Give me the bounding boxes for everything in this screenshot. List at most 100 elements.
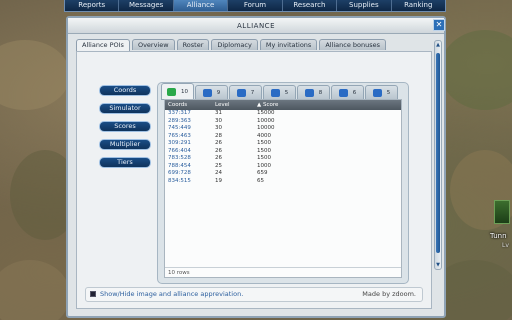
table-row[interactable]: 783:528 26 1500	[165, 155, 401, 163]
cell-coords[interactable]: 745:449	[165, 125, 215, 133]
table-row[interactable]: 766:404 26 1500	[165, 148, 401, 156]
poi-count: 10	[181, 88, 188, 95]
poi-count: 8	[318, 89, 323, 96]
table-row[interactable]: 309:291 26 1500	[165, 140, 401, 148]
tab-overview[interactable]: Overview	[131, 39, 175, 50]
multiplier-button[interactable]: Multiplier	[99, 139, 151, 150]
table-row[interactable]: 765:463 28 4000	[165, 133, 401, 141]
simulator-button[interactable]: Simulator	[99, 103, 151, 114]
map-base-label[interactable]: Tunn	[490, 232, 507, 240]
close-button[interactable]: ✕	[433, 19, 445, 31]
crystal-icon	[202, 88, 212, 97]
row-count: 10 rows	[165, 267, 401, 277]
tab-diplomacy[interactable]: Diplomacy	[211, 39, 258, 50]
poi-count: 6	[352, 89, 357, 96]
cell-level: 19	[215, 177, 222, 184]
cell-score: 4000	[257, 132, 271, 139]
table-row[interactable]: 834:515 19 65	[165, 178, 401, 186]
cell-score: 1500	[257, 155, 271, 161]
nav-tab-supplies[interactable]: Supplies	[337, 0, 392, 11]
cell-level: 26	[215, 147, 222, 154]
poi-tab-infantry[interactable]: 5	[263, 85, 296, 100]
cell-coords[interactable]: 788:454	[165, 163, 215, 171]
tab-alliance-pois[interactable]: Alliance POIs	[76, 39, 130, 51]
nav-tab-reports[interactable]: Reports	[65, 0, 120, 11]
show-hide-label[interactable]: Show/Hide image and alliance appreviatio…	[100, 288, 243, 301]
nav-tab-alliance[interactable]: Alliance	[173, 0, 229, 11]
vehicle-icon	[304, 88, 314, 97]
map-base-level: Lv	[502, 242, 509, 249]
cell-score: 659	[257, 170, 268, 176]
table-row[interactable]: 337:317 31 15000	[165, 110, 401, 118]
poi-tab-defense[interactable]: 5	[365, 85, 398, 100]
column-header-score[interactable]: ▲ Score	[257, 100, 401, 110]
tab-my-invitations[interactable]: My invitations	[259, 39, 318, 50]
nav-tab-messages[interactable]: Messages	[119, 0, 174, 11]
map-base-icon[interactable]	[494, 200, 510, 224]
poi-tab-tiberium[interactable]: 10	[161, 83, 194, 100]
cell-score: 1000	[257, 162, 271, 169]
cell-score: 10000	[257, 125, 275, 131]
cell-level: 26	[215, 140, 222, 146]
cell-level: 31	[215, 110, 222, 116]
cell-level: 30	[215, 117, 222, 124]
poi-type-tabs: 10 9 7 5 8 6 5	[161, 83, 398, 100]
reactor-icon	[236, 88, 246, 97]
scroll-down-icon[interactable]: ▼	[435, 262, 441, 268]
tiberium-icon	[167, 87, 176, 96]
poi-panel: 10 9 7 5 8 6 5 Coords Level ▲ Score 337:317 31 1…	[157, 82, 409, 284]
poi-tab-vehicle[interactable]: 8	[297, 85, 330, 100]
cell-level: 30	[215, 125, 222, 131]
table-header: Coords Level ▲ Score	[165, 100, 401, 110]
cell-level: 25	[215, 162, 222, 169]
defense-icon	[372, 88, 382, 97]
table-row[interactable]: 289:363 30 10000	[165, 118, 401, 126]
coords-button[interactable]: Coords	[99, 85, 151, 96]
table-row[interactable]: 788:454 25 1000	[165, 163, 401, 171]
scroll-up-icon[interactable]: ▲	[435, 42, 441, 48]
cell-score: 1500	[257, 147, 271, 154]
credit-text: Made by zdoom.	[362, 290, 416, 298]
cell-level: 26	[215, 155, 222, 161]
cell-score: 10000	[257, 117, 275, 124]
top-navigation: Reports Messages Alliance Forum Research Supp…	[64, 0, 446, 12]
column-header-level[interactable]: Level	[215, 100, 257, 110]
cell-level: 28	[215, 132, 222, 139]
cell-coords[interactable]: 699:728	[165, 170, 215, 178]
window-title-bar: ALLIANCE ✕	[68, 18, 445, 34]
cell-score: 1500	[257, 140, 271, 146]
cell-coords[interactable]: 765:463	[165, 133, 215, 141]
cell-score: 15000	[257, 110, 275, 116]
tiers-button[interactable]: Tiers	[99, 157, 151, 168]
poi-tab-aircraft[interactable]: 6	[331, 85, 364, 100]
cell-coords[interactable]: 309:291	[165, 140, 215, 148]
cell-score: 65	[257, 177, 264, 184]
tab-alliance-bonuses[interactable]: Alliance bonuses	[319, 39, 387, 50]
cell-coords[interactable]: 337:317	[165, 110, 215, 118]
cell-coords[interactable]: 766:404	[165, 148, 215, 156]
poi-tab-crystal[interactable]: 9	[195, 85, 228, 100]
scrollbar-thumb[interactable]	[436, 53, 440, 253]
show-hide-checkbox[interactable]	[90, 291, 96, 297]
options-bar: Show/Hide image and alliance appreviatio…	[85, 287, 423, 302]
table-row[interactable]: 699:728 24 659	[165, 170, 401, 178]
poi-count: 5	[386, 89, 391, 96]
aircraft-icon	[338, 88, 348, 97]
table-row[interactable]: 745:449 30 10000	[165, 125, 401, 133]
nav-tab-ranking[interactable]: Ranking	[392, 0, 445, 11]
cell-coords[interactable]: 834:515	[165, 178, 215, 186]
tab-roster[interactable]: Roster	[176, 39, 210, 50]
poi-count: 7	[250, 89, 255, 96]
window-title: ALLIANCE	[237, 22, 275, 30]
cell-coords[interactable]: 783:528	[165, 155, 215, 163]
poi-tab-reactor[interactable]: 7	[229, 85, 262, 100]
cell-coords[interactable]: 289:363	[165, 118, 215, 126]
alliance-window: ALLIANCE ✕ Alliance POIs Overview Roster Di…	[66, 16, 446, 318]
nav-tab-forum[interactable]: Forum	[228, 0, 283, 11]
column-header-coords[interactable]: Coords	[165, 100, 215, 110]
poi-count: 5	[284, 89, 289, 96]
nav-tab-research[interactable]: Research	[283, 0, 338, 11]
tab-content: Coords Simulator Scores Multiplier Tiers 10 9…	[76, 51, 432, 309]
scores-button[interactable]: Scores	[99, 121, 151, 132]
window-scrollbar[interactable]: ▲ ▼	[434, 40, 442, 270]
